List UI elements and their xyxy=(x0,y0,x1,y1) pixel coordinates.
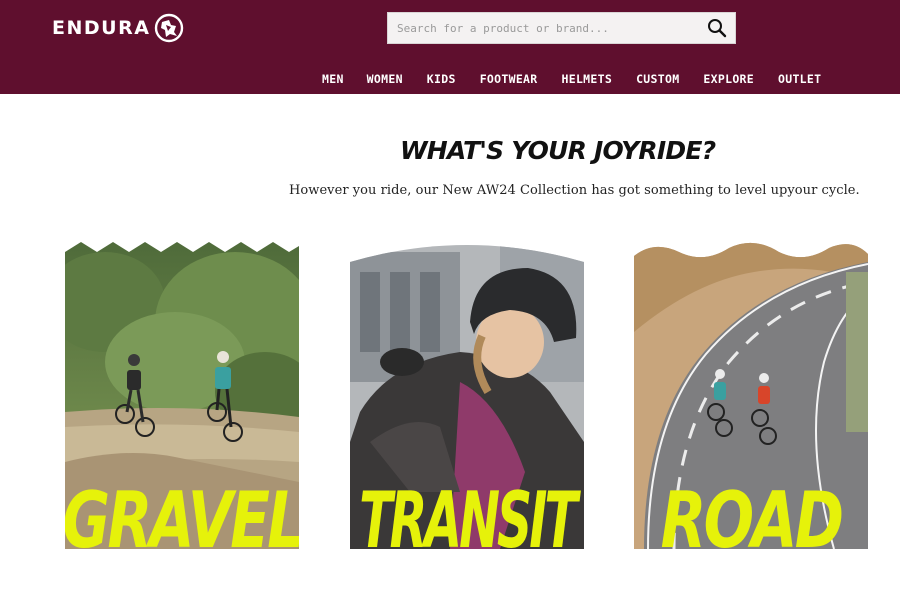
transit-label: TRANSIT xyxy=(359,476,581,549)
nav-item-women[interactable]: WOMEN xyxy=(367,72,403,86)
nav-item-men[interactable]: MEN xyxy=(322,72,344,86)
nav-item-helmets[interactable]: HELMETS xyxy=(562,72,613,86)
gravel-label: GRAVEL xyxy=(65,476,299,549)
brand-name: ENDURA xyxy=(52,17,151,39)
site-header: ENDURA MEN WOMEN KIDS FOOTWEAR HELMETS C… xyxy=(0,0,900,94)
road-label: ROAD xyxy=(661,476,842,549)
search-bar xyxy=(387,12,736,44)
search-icon[interactable] xyxy=(705,17,729,39)
road-category-card[interactable]: ROAD xyxy=(634,242,868,549)
page-headline: WHAT'S YOUR JOYRIDE? xyxy=(400,136,716,165)
nav-item-footwear[interactable]: FOOTWEAR xyxy=(480,72,538,86)
brand-logo[interactable]: ENDURA xyxy=(52,12,184,44)
road-card-image: ROAD xyxy=(634,242,868,549)
gravel-category-card[interactable]: GRAVEL xyxy=(65,242,299,549)
nav-item-explore[interactable]: EXPLORE xyxy=(703,72,754,86)
search-input[interactable] xyxy=(388,13,698,43)
transit-card-image: TRANSIT xyxy=(350,245,584,549)
nav-item-custom[interactable]: CUSTOM xyxy=(636,72,679,86)
transit-category-card[interactable]: TRANSIT xyxy=(350,242,584,549)
nav-item-kids[interactable]: KIDS xyxy=(427,72,456,86)
endura-emblem-icon xyxy=(155,13,184,43)
page-subheadline: However you ride, our New AW24 Collectio… xyxy=(289,183,860,198)
nav-item-outlet[interactable]: OUTLET xyxy=(778,72,821,86)
gravel-card-image: GRAVEL xyxy=(65,242,299,549)
main-nav: MEN WOMEN KIDS FOOTWEAR HELMETS CUSTOM E… xyxy=(322,70,821,88)
